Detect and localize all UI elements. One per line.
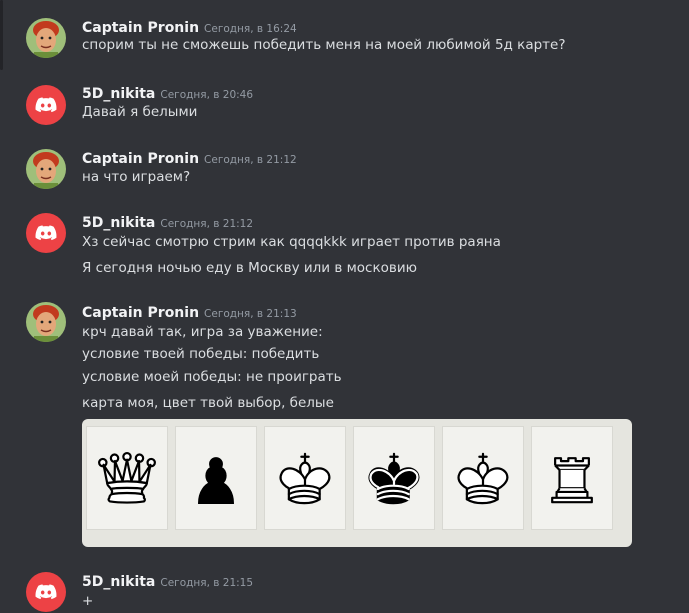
white-king-icon — [457, 452, 509, 505]
message-text: условие моей победы: не проиграть — [82, 369, 342, 385]
white-queen-icon — [98, 451, 156, 504]
discord-logo-icon — [35, 97, 57, 113]
white-rook-icon — [551, 457, 593, 504]
piece-tile — [264, 426, 346, 530]
message-text: на что играем? — [82, 169, 191, 185]
piece-tile — [531, 426, 613, 530]
discord-logo-icon — [35, 584, 57, 600]
black-pawn-icon — [198, 457, 234, 505]
piece-tile — [86, 426, 168, 530]
discord-logo-icon — [35, 225, 57, 241]
discord-default-avatar[interactable] — [26, 85, 66, 125]
captain-pronin-avatar[interactable] — [26, 149, 66, 189]
timestamp: Сегодня, в 20:46 — [160, 89, 254, 101]
message-text: Давай я белыми — [82, 104, 198, 120]
white-king-icon — [279, 452, 331, 505]
captain-pronin-avatar[interactable] — [26, 302, 66, 342]
message-text: Я сегодня ночью еду в Москву или в моско… — [82, 260, 417, 276]
piece-tile — [442, 426, 524, 530]
message-text: спорим ты не сможешь победить меня на мо… — [82, 37, 566, 53]
username[interactable]: 5D_nikita — [82, 215, 155, 231]
message-text: Хз сейчас смотрю стрим как qqqqkkk играе… — [82, 234, 501, 250]
message-text: карта моя, цвет твой выбор, белые — [82, 395, 334, 411]
discord-default-avatar[interactable] — [26, 572, 66, 612]
timestamp: Сегодня, в 21:13 — [204, 308, 297, 320]
username[interactable]: 5D_nikita — [82, 86, 155, 102]
timestamp: Сегодня, в 21:15 — [160, 577, 254, 589]
username[interactable]: Captain Pronin — [82, 20, 199, 36]
message-text: условие твоей победы: победить — [82, 346, 320, 362]
timestamp: Сегодня, в 21:12 — [160, 218, 254, 230]
username[interactable]: Captain Pronin — [82, 305, 199, 321]
piece-tile — [175, 426, 257, 530]
discord-default-avatar[interactable] — [26, 213, 66, 253]
scrollbar[interactable] — [0, 0, 3, 70]
piece-tile — [353, 426, 435, 530]
message-text: крч давай так, игра за уважение: — [82, 324, 323, 340]
captain-pronin-avatar[interactable] — [26, 18, 66, 58]
timestamp: Сегодня, в 16:24 — [204, 23, 297, 35]
message-text: + — [82, 593, 94, 609]
username[interactable]: 5D_nikita — [82, 574, 155, 590]
chess-pieces-image[interactable] — [82, 419, 632, 547]
timestamp: Сегодня, в 21:12 — [204, 154, 297, 166]
username[interactable]: Captain Pronin — [82, 151, 199, 167]
black-king-icon — [368, 452, 420, 505]
